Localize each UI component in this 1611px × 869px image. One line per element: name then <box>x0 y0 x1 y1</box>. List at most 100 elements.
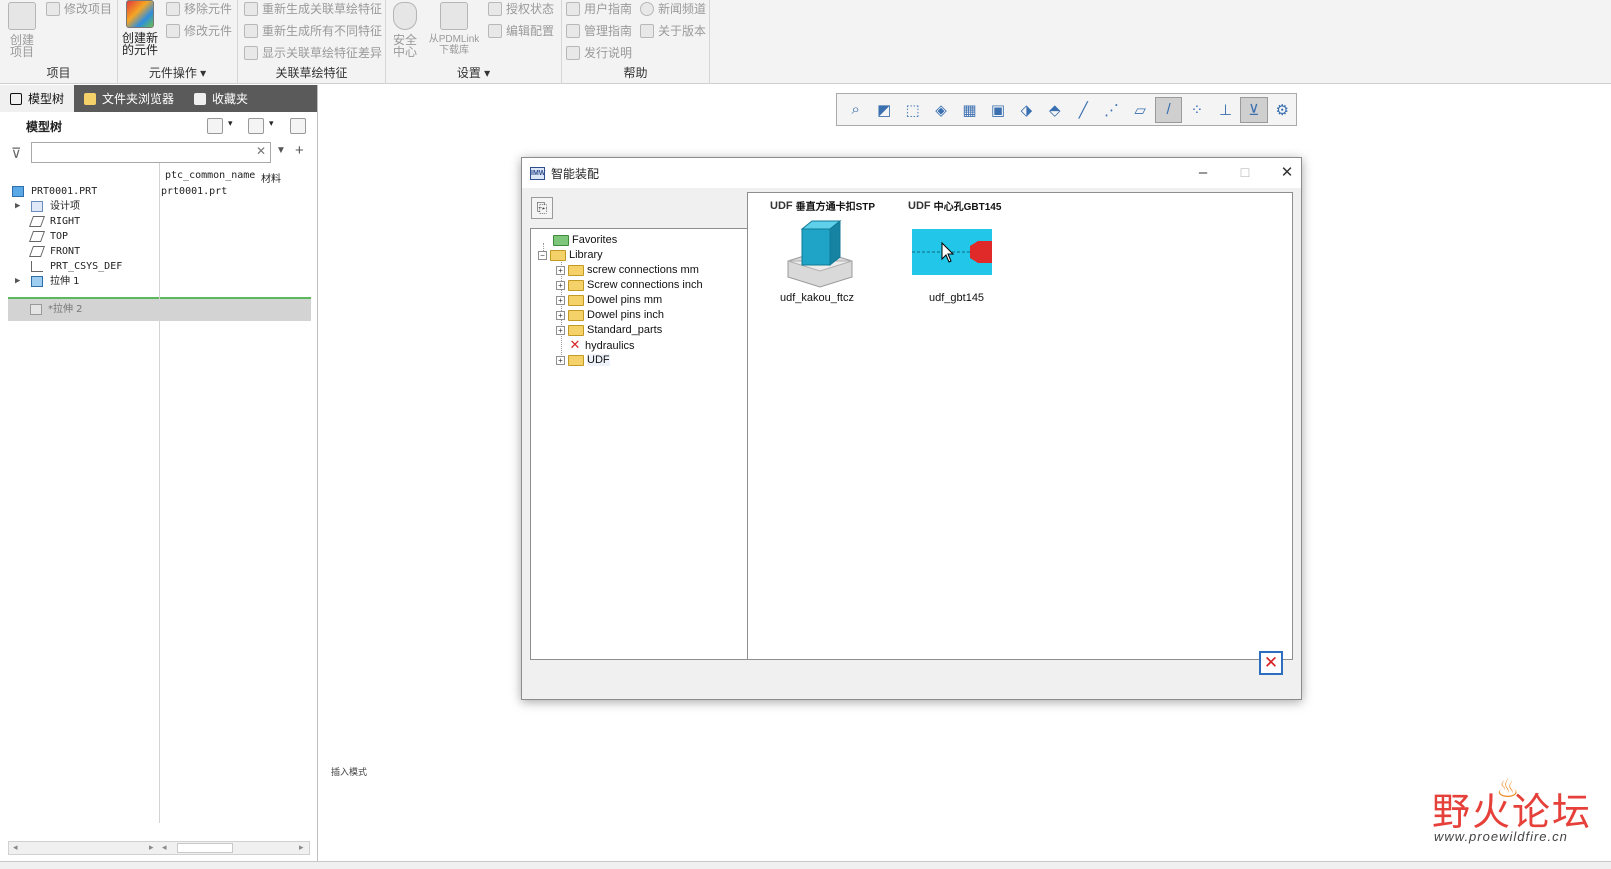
collapse-icon[interactable]: − <box>538 250 547 260</box>
expand-icon[interactable]: + <box>556 310 565 320</box>
clear-icon[interactable]: ✕ <box>256 144 266 158</box>
news-button[interactable]: 新闻频道 <box>640 0 706 17</box>
modify-project-button[interactable]: 修改项目 <box>46 0 112 17</box>
saved-views-icon[interactable]: ▦ <box>956 97 983 123</box>
library-item-screw-inch[interactable]: + Screw connections inch <box>556 279 703 291</box>
zoom-icon[interactable]: ⌕ <box>842 97 869 123</box>
chevron-down-icon[interactable]: ▾ <box>228 118 233 129</box>
model-tree-panel: 模型树 文件夹浏览器 收藏夹 模型树 ▾ ▾ ⊽ ✕ ▼ + ptc_commo… <box>0 85 318 869</box>
license-status-button[interactable]: 授权状态 <box>488 0 554 17</box>
expand-icon[interactable]: + <box>556 295 565 305</box>
pdmlink-download-button[interactable]: 从PDMLink 下载库 <box>426 2 482 56</box>
library-tree: Favorites − Library + screw connections … <box>530 228 749 660</box>
column-material[interactable]: 材料 <box>261 170 281 185</box>
regenerate-all-button[interactable]: 重新生成所有不同特征 <box>244 22 382 39</box>
news-icon <box>640 1 654 16</box>
tree-search-input[interactable] <box>31 142 271 163</box>
help-group-label: 帮助 <box>623 66 648 80</box>
create-new-component-button[interactable]: 创建新 的元件 <box>122 0 158 56</box>
release-notes-button[interactable]: 发行说明 <box>566 44 632 61</box>
annotation-display-icon[interactable]: ⊻ <box>1240 96 1268 123</box>
security-center-button[interactable]: 安全 中心 <box>392 2 418 58</box>
remove-component-button[interactable]: 移除元件 <box>166 0 232 17</box>
extrude-icon <box>31 276 43 287</box>
minimize-icon[interactable]: – <box>1188 162 1218 184</box>
parent-folder-button[interactable]: ⎘ <box>531 197 553 219</box>
csys-display-icon[interactable]: ⊥ <box>1212 97 1239 123</box>
error-x-icon: ✕ <box>569 337 581 352</box>
point-display-icon[interactable]: ⋰ <box>1098 97 1125 123</box>
regenerate-sketch-button[interactable]: 重新生成关联草绘特征 <box>244 0 382 17</box>
scroll-right-icon[interactable]: ▸ <box>299 842 304 853</box>
model-tree-header: 模型树 ▾ ▾ <box>0 112 317 140</box>
library-item-hydraulics[interactable]: ✕ hydraulics <box>568 337 635 352</box>
scroll-left-icon[interactable]: ◂ <box>162 842 167 853</box>
scroll-thumb[interactable] <box>177 843 233 853</box>
close-icon[interactable]: ✕ <box>1272 162 1302 184</box>
show-diff-button[interactable]: 显示关联草绘特征差异 <box>244 44 382 61</box>
scroll-left-icon[interactable]: ◂ <box>13 842 18 853</box>
modify-component-button[interactable]: 修改元件 <box>166 22 232 39</box>
column-divider[interactable] <box>159 163 160 823</box>
expand-icon[interactable]: + <box>556 325 565 335</box>
maximize-icon[interactable]: ☐ <box>1230 162 1260 184</box>
library-item-screw-mm[interactable]: + screw connections mm <box>556 264 699 276</box>
expand-arrow-icon[interactable]: ▶ <box>15 199 20 214</box>
create-project-icon <box>8 2 36 30</box>
expand-icon[interactable]: + <box>556 280 565 290</box>
smart-assembly-dialog: IMW 智能装配 – ☐ ✕ ⎘ Favorites − Library + s… <box>521 157 1302 700</box>
design-items-icon <box>31 201 43 212</box>
tab-favorites[interactable]: 收藏夹 <box>184 85 258 112</box>
view-manager-icon[interactable]: ▣ <box>984 97 1011 123</box>
section-icon[interactable]: ⬘ <box>1041 97 1068 123</box>
favorites-icon <box>194 92 207 105</box>
admin-guide-button[interactable]: 管理指南 <box>566 22 632 39</box>
user-guide-button[interactable]: 用户指南 <box>566 0 632 17</box>
part-icon <box>12 186 24 197</box>
library-item-udf[interactable]: + UDF <box>556 354 610 366</box>
settings-tool-icon[interactable] <box>207 118 223 134</box>
about-version-button[interactable]: 关于版本 <box>640 22 706 39</box>
tab-folder-browser[interactable]: 文件夹浏览器 <box>74 85 184 112</box>
library-item-library[interactable]: − Library <box>538 249 603 261</box>
refit-icon[interactable]: ◩ <box>870 97 897 123</box>
edit-config-button[interactable]: 编辑配置 <box>488 22 554 39</box>
datum-plane-icon <box>28 216 46 227</box>
expand-icon[interactable]: + <box>556 355 565 365</box>
scroll-right-icon[interactable]: ▸ <box>149 842 154 853</box>
show-options-icon[interactable] <box>248 118 264 134</box>
add-icon[interactable]: + <box>295 142 304 159</box>
library-item-dowel-inch[interactable]: + Dowel pins inch <box>556 309 664 321</box>
remove-component-icon <box>166 1 180 16</box>
create-project-button[interactable]: 创建 项目 <box>6 2 38 58</box>
component-group-label[interactable]: 元件操作 ▾ <box>118 64 237 81</box>
datum-axis-icon[interactable]: ╱ <box>1070 97 1097 123</box>
tree-filter-settings-icon[interactable] <box>290 118 306 134</box>
expand-icon[interactable]: + <box>556 265 565 275</box>
dialog-title: 智能装配 <box>551 166 600 181</box>
chevron-down-icon[interactable]: ▼ <box>276 145 286 156</box>
library-item-favorites[interactable]: Favorites <box>553 234 617 246</box>
library-item-dowel-mm[interactable]: + Dowel pins mm <box>556 294 662 306</box>
axis-display-icon[interactable]: / <box>1154 96 1183 123</box>
perspective-icon[interactable]: ⬗ <box>1013 97 1040 123</box>
dialog-cancel-button[interactable]: ✕ <box>1259 651 1283 675</box>
filter-icon: ⊽ <box>11 145 22 161</box>
column-common-name[interactable]: ptc_common_name <box>165 170 255 181</box>
spin-center-icon[interactable]: ⚙ <box>1269 97 1296 123</box>
folder-icon <box>568 279 584 291</box>
display-style-icon[interactable]: ◈ <box>927 97 954 123</box>
expand-arrow-icon[interactable]: ▶ <box>15 274 20 289</box>
tab-model-tree[interactable]: 模型树 <box>0 85 75 112</box>
repaint-icon[interactable]: ⬚ <box>899 97 926 123</box>
chevron-down-icon[interactable]: ▾ <box>269 118 274 129</box>
udf-name: udf_kakou_ftcz <box>780 292 854 304</box>
udf-title: UDF 垂直方通卡扣STP <box>770 199 876 214</box>
folder-icon <box>568 264 584 276</box>
horizontal-scrollbar[interactable]: ◂ ▸ ◂ ▸ <box>8 841 310 855</box>
plane-display-icon[interactable]: ▱ <box>1126 97 1153 123</box>
point-tag-icon[interactable]: ⁘ <box>1183 97 1210 123</box>
close-red-x-icon: ✕ <box>1263 653 1279 672</box>
settings-group-label[interactable]: 设置 ▾ <box>386 64 561 81</box>
library-item-standard-parts[interactable]: + Standard_parts <box>556 324 662 336</box>
